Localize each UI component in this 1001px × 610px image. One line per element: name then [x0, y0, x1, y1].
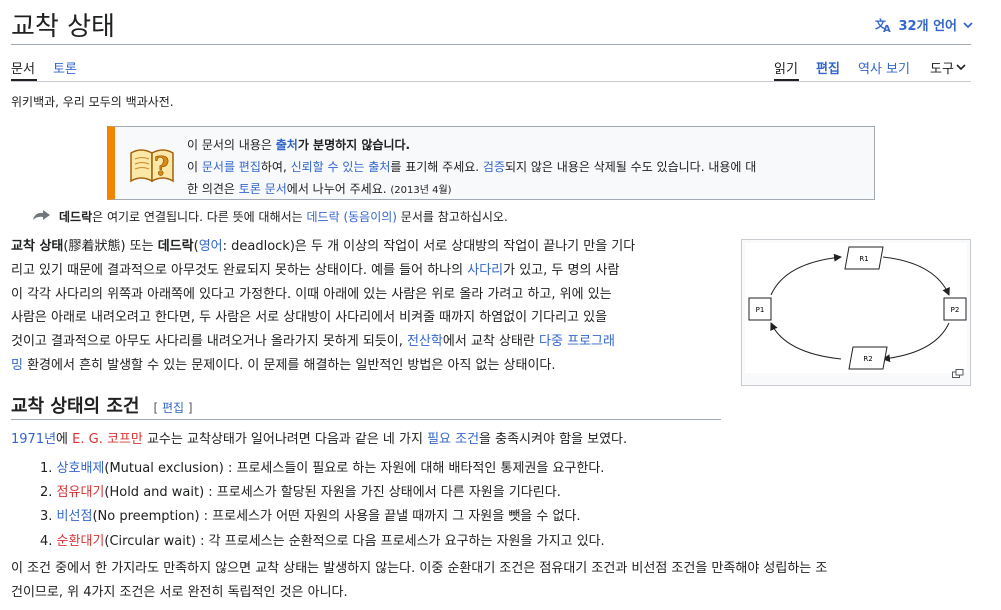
tab-edit[interactable]: 편집 — [816, 58, 840, 77]
ladder-link[interactable]: 사다리 — [467, 263, 503, 278]
mutual-exclusion-link[interactable]: 상호배제 — [57, 461, 105, 476]
verification-link[interactable]: 검증 — [483, 160, 505, 174]
list-item: 1. 상호배제(Mutual exclusion) : 프로세스들이 필요로 하… — [40, 461, 605, 476]
section-edit-link[interactable]: 편집 — [162, 401, 184, 415]
svg-text:?: ? — [154, 152, 169, 182]
tab-talk[interactable]: 토론 — [53, 58, 77, 77]
chevron-down-icon — [963, 21, 973, 29]
tabs-divider — [11, 81, 971, 82]
conclusion-paragraph: 이 조건 중에서 한 가지라도 만족하지 않으면 교착 상태는 발생하지 않는다… — [11, 561, 828, 600]
open-book-icon: ? — [127, 141, 177, 189]
list-item: 4. 순환대기(Circular wait) : 각 프로세스는 순환적으로 다… — [40, 533, 605, 549]
node-p2: P2 — [951, 306, 960, 314]
page-title: 교착 상태 — [11, 12, 115, 42]
deadlock-diagram: P1 P2 R1 R2 — [745, 243, 967, 373]
intro-paragraph: 교착 상태(膠着狀態) 또는 데드락(영어: deadlock)은 두 개 이상… — [11, 239, 636, 373]
tab-article[interactable]: 문서 — [11, 58, 35, 77]
node-p1: P1 — [756, 306, 765, 314]
multiprogramming-link[interactable]: 다중 프로그래 — [539, 334, 615, 349]
enlarge-icon[interactable] — [952, 367, 964, 382]
talk-page-link[interactable]: 토론 문서 — [239, 182, 287, 196]
list-item: 3. 비선점(No preemption) : 프로세스가 어떤 자원의 사용을… — [40, 509, 581, 525]
redirect-arrow-icon — [31, 208, 53, 225]
chevron-down-icon — [956, 60, 966, 75]
notice-line-1: 이 문서의 내용은 출처가 분명하지 않습니다. — [187, 138, 411, 152]
notice-line-2: 이 문서를 편집하여, 신뢰할 수 있는 출처를 표기해 주세요. 검증되지 않… — [187, 160, 757, 174]
hatnote: 데드락은 여기로 연결됩니다. 다른 뜻에 대해서는 데드락 (동음이의) 문서… — [31, 208, 508, 225]
section-heading: 교착 상태의 조건 [ 편집 ] — [11, 396, 193, 417]
list-item: 2. 점유대기(Hold and wait) : 프로세스가 할당된 자원을 가… — [40, 485, 561, 501]
section-edit: [ 편집 ] — [153, 401, 193, 415]
source-link[interactable]: 출처 — [276, 138, 298, 152]
svg-text:A: A — [883, 24, 891, 33]
hold-and-wait-link[interactable]: 점유대기 — [57, 485, 105, 500]
tab-history[interactable]: 역사 보기 — [858, 58, 910, 77]
citation-needed-notice: ? 이 문서의 내용은 출처가 분명하지 않습니다. 이 문서를 편집하여, 신… — [107, 126, 875, 200]
tab-read[interactable]: 읽기 — [774, 58, 798, 77]
section-divider — [11, 419, 721, 420]
year-1971-link[interactable]: 1971년 — [11, 432, 56, 447]
notice-date: (2013년 4월) — [390, 185, 452, 196]
disambiguation-link[interactable]: 데드락 (동음이의) — [307, 210, 397, 224]
translate-icon: 文A — [875, 17, 893, 33]
necessary-condition-link[interactable]: 필요 조건 — [427, 432, 479, 447]
reliable-sources-link[interactable]: 신뢰할 수 있는 출처 — [291, 160, 391, 174]
computer-science-link[interactable]: 전산학 — [407, 334, 443, 349]
tools-label: 도구 — [930, 62, 954, 77]
site-tagline: 위키백과, 우리 모두의 백과사전. — [11, 95, 174, 109]
no-preemption-link[interactable]: 비선점 — [57, 509, 93, 524]
multiprogramming-link[interactable]: 밍 — [11, 358, 23, 373]
conditions-list: 1. 상호배제(Mutual exclusion) : 프로세스들이 필요로 하… — [40, 457, 605, 554]
language-selector-button[interactable]: 文A 32개 언어 — [875, 15, 974, 34]
notice-line-3: 한 의견은 토론 문서에서 나누어 주세요. (2013년 4월) — [187, 182, 452, 196]
node-r2: R2 — [863, 355, 872, 363]
tab-tools[interactable]: 도구 — [930, 58, 966, 77]
english-link[interactable]: 영어 — [199, 239, 223, 254]
coffman-link[interactable]: E. G. 코프만 — [72, 432, 143, 447]
title-divider — [11, 44, 971, 45]
deadlock-diagram-figure[interactable]: P1 P2 R1 R2 — [741, 239, 971, 386]
node-r1: R1 — [859, 255, 868, 263]
circular-wait-link[interactable]: 순환대기 — [57, 534, 105, 549]
edit-article-link[interactable]: 문서를 편집 — [202, 160, 261, 174]
conditions-intro-paragraph: 1971년에 E. G. 코프만 교수는 교착상태가 일어나려면 다음과 같은 … — [11, 432, 628, 447]
language-count-label: 32개 언어 — [898, 19, 958, 34]
